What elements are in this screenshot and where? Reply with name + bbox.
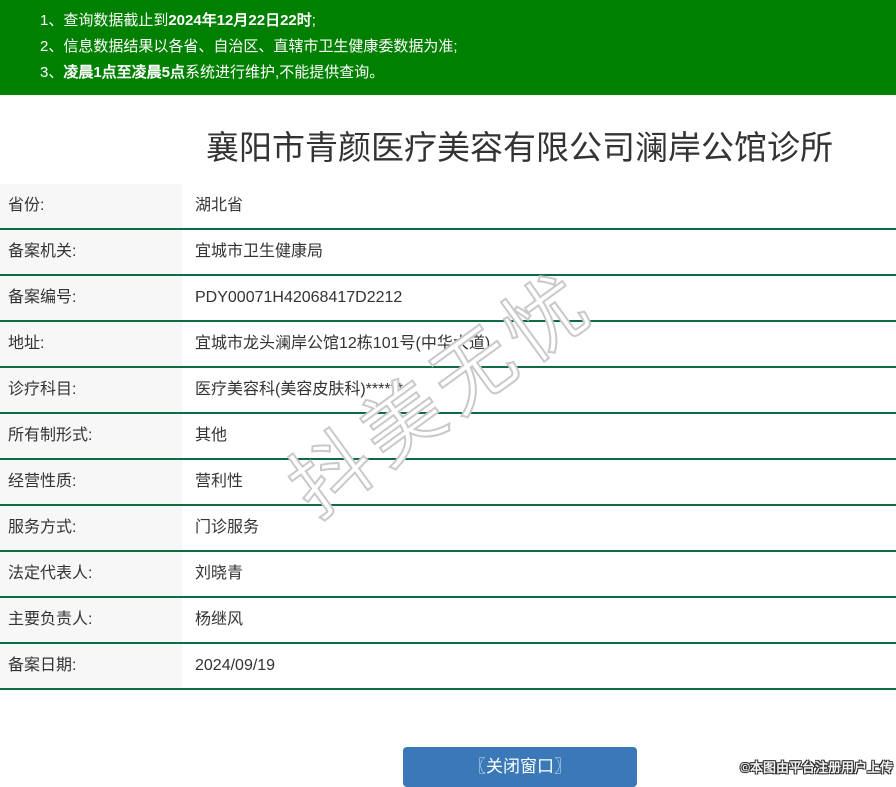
row-value: 其他 <box>195 427 228 444</box>
row-value: 刘晓青 <box>195 565 244 582</box>
table-row-address: 地址: 宜城市龙头澜岸公馆12栋101号(中华大道) <box>0 322 896 368</box>
row-label: 主要负责人: <box>0 598 182 642</box>
row-label: 服务方式: <box>0 506 182 550</box>
notice-1-prefix: 1、查询数据截止到 <box>40 12 169 29</box>
close-window-button[interactable]: 〖关闭窗口〗 <box>403 747 637 787</box>
table-row-operating-nature: 经营性质: 营利性 <box>0 460 896 506</box>
notice-line-2: 2、信息数据结果以各省、自治区、直辖市卫生健康委数据为准; <box>40 34 896 60</box>
upload-credit-watermark: ©本图由平台注册用户上传 <box>740 760 893 775</box>
row-label: 省份: <box>0 184 182 228</box>
row-label: 法定代表人: <box>0 552 182 596</box>
row-label: 地址: <box>0 322 182 366</box>
row-value: 杨继风 <box>195 611 244 628</box>
row-label: 经营性质: <box>0 460 182 504</box>
row-label: 备案机关: <box>0 230 182 274</box>
notice-3-bold: 凌晨1点至凌晨5点 <box>63 64 186 81</box>
row-label: 诊疗科目: <box>0 368 182 412</box>
institution-info-table: 省份: 湖北省 备案机关: 宜城市卫生健康局 备案编号: PDY00071H42… <box>0 184 896 690</box>
table-row-filing-date: 备案日期: 2024/09/19 <box>0 644 896 690</box>
table-row-filing-number: 备案编号: PDY00071H42068417D2212 <box>0 276 896 322</box>
row-value: 营利性 <box>195 473 244 490</box>
notice-3-prefix: 3、 <box>40 64 64 81</box>
row-label: 备案日期: <box>0 644 182 688</box>
row-value: 医疗美容科(美容皮肤科)****** <box>195 381 404 398</box>
row-label: 所有制形式: <box>0 414 182 458</box>
table-row-legal-representative: 法定代表人: 刘晓青 <box>0 552 896 598</box>
notice-line-3: 3、凌晨1点至凌晨5点系统进行维护,不能提供查询。 <box>40 60 896 86</box>
table-row-person-in-charge: 主要负责人: 杨继风 <box>0 598 896 644</box>
row-value: 宜城市龙头澜岸公馆12栋101号(中华大道) <box>195 335 491 352</box>
row-value: 门诊服务 <box>195 519 260 536</box>
page-title: 襄阳市青颜医疗美容有限公司澜岸公馆诊所 <box>206 129 833 166</box>
table-row-medical-subjects: 诊疗科目: 医疗美容科(美容皮肤科)****** <box>0 368 896 414</box>
row-value: PDY00071H42068417D2212 <box>195 289 403 306</box>
notice-3-suffix: 系统进行维护,不能提供查询。 <box>185 64 385 81</box>
notice-1-bold: 2024年12月22日22时 <box>168 12 312 29</box>
notice-line-1: 1、查询数据截止到2024年12月22日22时; <box>40 8 896 34</box>
notice-1-suffix: ; <box>311 12 316 29</box>
table-row-service-mode: 服务方式: 门诊服务 <box>0 506 896 552</box>
notice-bar: 1、查询数据截止到2024年12月22日22时; 2、信息数据结果以各省、自治区… <box>0 0 896 95</box>
notice-2-prefix: 2、信息数据结果以各省、自治区、直辖市卫生健康委数据为准; <box>40 38 458 55</box>
row-value: 2024/09/19 <box>195 657 276 674</box>
row-label: 备案编号: <box>0 276 182 320</box>
table-row-province: 省份: 湖北省 <box>0 184 896 230</box>
table-row-ownership-form: 所有制形式: 其他 <box>0 414 896 460</box>
row-value: 宜城市卫生健康局 <box>195 243 324 260</box>
table-row-filing-agency: 备案机关: 宜城市卫生健康局 <box>0 230 896 276</box>
row-value: 湖北省 <box>195 197 244 214</box>
